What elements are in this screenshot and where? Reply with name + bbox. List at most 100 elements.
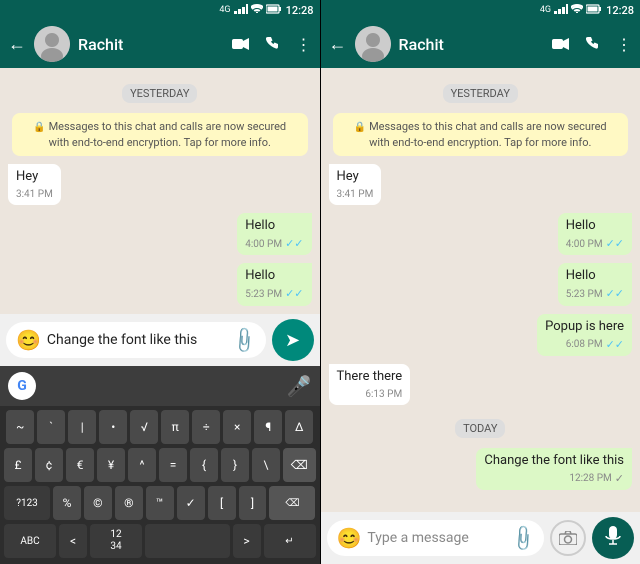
r-date-yesterday: YESTERDAY <box>329 82 633 101</box>
wifi-icon <box>251 4 263 16</box>
kb-key[interactable]: ® <box>115 486 143 520</box>
r-header-actions: ⋮ <box>552 35 632 54</box>
kb-abc[interactable]: ABC <box>4 524 56 558</box>
left-security-notice[interactable]: 🔒 Messages to this chat and calls are no… <box>12 113 308 156</box>
r-msg-meta: 6:13 PM <box>337 388 403 401</box>
kb-key[interactable]: ✓ <box>177 486 205 520</box>
left-input-bar: 😊 Change the font like this 📎 ➤ <box>0 314 320 366</box>
keyboard[interactable]: G 🎤 ~ ` | • √ π ÷ × ¶ Δ £ ¢ € ¥ <box>0 366 320 564</box>
r-attach-button[interactable]: 📎 <box>507 523 538 554</box>
right-panel: 4G 12:28 ← Rachit <box>321 0 640 564</box>
kb-key[interactable]: ~ <box>6 410 34 444</box>
kb-key[interactable]: Δ <box>285 410 313 444</box>
message-input[interactable]: Change the font like this <box>47 332 227 348</box>
kb-key[interactable]: ÷ <box>192 410 220 444</box>
kb-key[interactable]: • <box>99 410 127 444</box>
r-voice-call-icon[interactable] <box>586 35 600 54</box>
keyboard-rows: ~ ` | • √ π ÷ × ¶ Δ £ ¢ € ¥ ^ = { } <box>0 406 320 564</box>
kb-key[interactable]: ™ <box>146 486 174 520</box>
header-actions: ⋮ <box>232 35 312 54</box>
message-bubble: Hello 4:00 PM ✓✓ <box>237 213 311 255</box>
kb-key[interactable]: ` <box>37 410 65 444</box>
kb-enter[interactable]: ↵ <box>264 524 316 558</box>
r-more-icon[interactable]: ⋮ <box>616 35 632 54</box>
message-row: Hello 5:23 PM ✓✓ <box>8 263 312 305</box>
r-msg-meta: 3:41 PM <box>337 188 374 201</box>
r-security-notice[interactable]: 🔒 Messages to this chat and calls are no… <box>333 113 629 156</box>
kb-key[interactable]: × <box>223 410 251 444</box>
kb-numbers[interactable]: 1234 <box>90 524 142 558</box>
signal-bars <box>234 4 248 17</box>
kb-key[interactable]: ¥ <box>97 448 125 482</box>
left-panel: 4G 12:28 ← Rachit <box>0 0 320 564</box>
kb-row-2: £ ¢ € ¥ ^ = { } \ ⌫ <box>4 448 316 482</box>
kb-gt[interactable]: > <box>233 524 261 558</box>
kb-key[interactable]: % <box>53 486 81 520</box>
kb-key[interactable]: | <box>68 410 96 444</box>
right-header: ← Rachit ⋮ <box>321 20 640 68</box>
kb-backspace[interactable]: ⌫ <box>283 448 316 482</box>
kb-key[interactable]: π <box>161 410 189 444</box>
video-call-icon[interactable] <box>232 35 250 54</box>
r-message-bubble: Hello 4:00 PM ✓✓ <box>558 213 632 255</box>
kb-key[interactable]: © <box>84 486 112 520</box>
kb-space[interactable] <box>145 524 230 558</box>
right-input-bar: 😊 Type a message 📎 <box>321 512 640 564</box>
kb-key[interactable]: ^ <box>128 448 156 482</box>
right-status-bar: 4G 12:28 <box>321 0 640 20</box>
kb-row-1: ~ ` | • √ π ÷ × ¶ Δ <box>4 410 316 444</box>
r-message-bubble: Hey 3:41 PM <box>329 164 382 205</box>
left-time: 12:28 <box>286 4 314 17</box>
r-contact-name[interactable]: Rachit <box>399 35 545 54</box>
message-bubble: Hello 5:23 PM ✓✓ <box>237 263 311 305</box>
attach-button[interactable]: 📎 <box>229 325 260 356</box>
r-message-bubble: Change the font like this 12:28 PM ✓ <box>476 448 632 490</box>
r-battery-icon <box>586 4 602 17</box>
contact-name[interactable]: Rachit <box>78 35 224 54</box>
emoji-button[interactable]: 😊 <box>16 328 41 352</box>
kb-backspace-2[interactable]: ⌫ <box>269 486 315 520</box>
kb-key[interactable]: [ <box>208 486 236 520</box>
r-video-call-icon[interactable] <box>552 35 570 54</box>
r-msg-meta: 4:00 PM ✓✓ <box>566 237 624 251</box>
r-message-row: Hey 3:41 PM <box>329 164 633 205</box>
kb-lt[interactable]: < <box>59 524 87 558</box>
r-msg-meta: 12:28 PM ✓ <box>484 472 624 486</box>
r-message-bubble: Hello 5:23 PM ✓✓ <box>558 263 632 305</box>
r-message-bubble: There there 6:13 PM <box>329 364 411 405</box>
voice-call-icon[interactable] <box>266 35 280 54</box>
right-status-icons: 4G <box>540 4 602 17</box>
r-camera-button[interactable] <box>550 520 586 556</box>
kb-key[interactable]: √ <box>130 410 158 444</box>
r-message-input[interactable]: Type a message <box>367 530 505 546</box>
kb-key[interactable]: £ <box>4 448 32 482</box>
kb-key[interactable]: € <box>66 448 94 482</box>
left-status-icons: 4G <box>219 4 281 17</box>
msg-meta: 4:00 PM ✓✓ <box>245 237 303 251</box>
r-msg-meta: 5:23 PM ✓✓ <box>566 287 624 301</box>
kb-key[interactable]: { <box>190 448 218 482</box>
message-row: Hey 3:41 PM <box>8 164 312 205</box>
right-time: 12:28 <box>606 4 634 17</box>
kb-key[interactable]: \ <box>252 448 280 482</box>
kb-key[interactable]: = <box>159 448 187 482</box>
kb-key[interactable]: } <box>221 448 249 482</box>
kb-key[interactable]: ¶ <box>254 410 282 444</box>
keyboard-mic-icon[interactable]: 🎤 <box>287 374 312 398</box>
r-mic-button[interactable] <box>592 517 634 559</box>
send-button[interactable]: ➤ <box>272 319 314 361</box>
r-back-button[interactable]: ← <box>329 34 347 55</box>
r-emoji-button[interactable]: 😊 <box>337 526 362 550</box>
r-message-input-wrapper: 😊 Type a message 📎 <box>327 520 545 556</box>
kb-key[interactable]: ¢ <box>35 448 63 482</box>
message-bubble: Hey 3:41 PM <box>8 164 61 205</box>
more-icon[interactable]: ⋮ <box>296 35 312 54</box>
right-chat-area: YESTERDAY 🔒 Messages to this chat and ca… <box>321 68 640 512</box>
kb-key-123[interactable]: ?123 <box>4 486 50 520</box>
r-signal-bars <box>554 4 568 17</box>
back-button[interactable]: ← <box>8 34 26 55</box>
kb-key[interactable]: ] <box>239 486 267 520</box>
r-message-row: There there 6:13 PM <box>329 364 633 405</box>
r-message-row: Change the font like this 12:28 PM ✓ <box>329 448 633 490</box>
r-lock-icon: 🔒 <box>354 122 366 133</box>
